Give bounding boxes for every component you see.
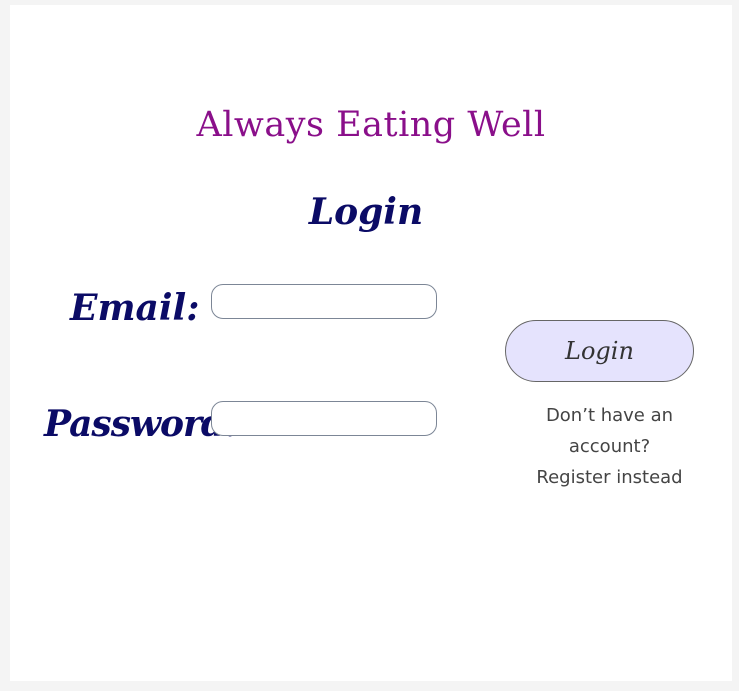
login-card: Always Eating Well Login Email: Password… (10, 5, 732, 681)
register-link[interactable]: Register instead (530, 462, 689, 493)
app-title: Always Eating Well (196, 105, 546, 145)
register-prompt: Don’t have an account? Register instead (530, 400, 689, 493)
register-prompt-line2: account? (568, 436, 651, 457)
email-input[interactable] (211, 284, 437, 319)
login-button[interactable]: Login (505, 320, 694, 382)
register-prompt-line1: Don’t have an (545, 405, 674, 426)
page-title: Login (308, 191, 424, 233)
email-label: Email: (70, 287, 200, 329)
password-label: Password: (44, 403, 238, 445)
password-input[interactable] (211, 401, 437, 436)
